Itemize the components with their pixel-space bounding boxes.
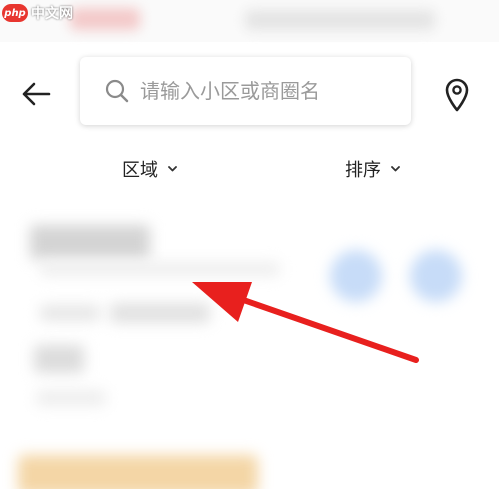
watermark: php 中文网	[2, 3, 73, 23]
status-strip	[0, 0, 499, 42]
chevron-down-icon	[168, 165, 177, 174]
back-arrow-icon	[22, 82, 51, 106]
region-filter[interactable]: 区域	[122, 155, 177, 183]
region-filter-label: 区域	[122, 160, 158, 181]
location-pin-icon	[445, 78, 469, 112]
watermark-logo: php	[2, 4, 28, 22]
blurred-list-line	[36, 390, 106, 406]
watermark-text: 中文网	[31, 6, 73, 22]
location-button[interactable]	[440, 76, 474, 114]
blurred-list-value	[34, 345, 84, 373]
blurred-list-tag	[40, 305, 100, 321]
blurred-list-line	[40, 262, 280, 276]
blurred-action-circle	[330, 250, 382, 302]
search-box[interactable]	[80, 57, 411, 125]
sort-filter[interactable]: 排序	[345, 155, 400, 183]
blurred-list-tag	[110, 303, 210, 323]
back-button[interactable]	[18, 76, 54, 112]
sort-filter-label: 排序	[345, 160, 381, 181]
search-icon	[104, 78, 130, 104]
search-input[interactable]	[140, 79, 400, 103]
blurred-banner	[18, 455, 258, 489]
blurred-action-circle	[410, 250, 462, 302]
blurred-list-title	[30, 225, 150, 259]
chevron-down-icon	[391, 165, 400, 174]
blurred-status-block	[70, 8, 140, 30]
blurred-status-block	[245, 10, 435, 30]
